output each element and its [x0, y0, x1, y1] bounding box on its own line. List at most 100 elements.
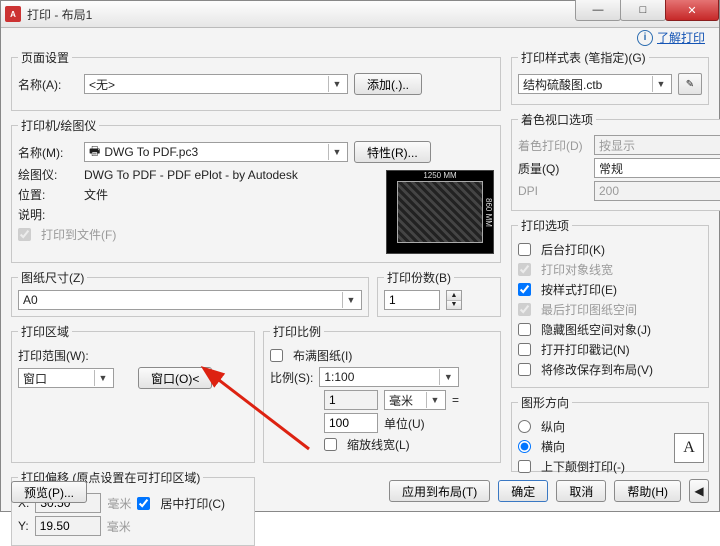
window-pick-button[interactable]: 窗口(O)< [138, 367, 212, 389]
close-button[interactable]: ✕ [665, 0, 719, 21]
collapse-button[interactable]: ◀ [689, 479, 709, 503]
scale-unit-combo[interactable]: 毫米▼ [384, 390, 446, 410]
chevron-down-icon: ▼ [94, 370, 111, 386]
quality-label: 质量(Q) [518, 160, 588, 177]
window-title: 打印 - 布局1 [27, 6, 92, 23]
scale-label: 比例(S): [270, 369, 313, 386]
orientation-group: 图形方向 纵向 横向 上下颠倒打印(-) A [511, 394, 709, 472]
app-icon: A [5, 6, 21, 22]
orientation-preview: A [674, 433, 704, 463]
printer-legend: 打印机/绘图仪 [18, 117, 99, 134]
scale-combo[interactable]: 1:100▼ [319, 367, 459, 387]
paper-size-group: 图纸尺寸(Z) A0▼ [11, 269, 369, 317]
offset-y-unit: 毫米 [107, 518, 131, 535]
cancel-button[interactable]: 取消 [556, 480, 606, 502]
help-button[interactable]: 帮助(H) [614, 480, 681, 502]
printer-icon: 🖶 [89, 142, 100, 163]
add-page-button[interactable]: 添加(.).. [354, 73, 422, 95]
where-label: 位置: [18, 186, 78, 203]
plot-options-group: 打印选项 后台打印(K)打印对象线宽按样式打印(E)最后打印图纸空间隐藏图纸空间… [511, 217, 709, 388]
plot-option-check-0[interactable] [518, 243, 531, 256]
printer-name-combo[interactable]: 🖶DWG To PDF.pc3 ▼ [84, 142, 348, 162]
plot-option-label-3: 最后打印图纸空间 [541, 301, 637, 318]
plot-option-check-4[interactable] [518, 323, 531, 336]
portrait-radio[interactable] [518, 420, 531, 433]
scale-lineweight-label: 缩放线宽(L) [347, 436, 410, 453]
scale-unit-top-input [324, 390, 378, 410]
equals-icon: = [452, 393, 459, 407]
chevron-down-icon: ▼ [328, 144, 345, 160]
learn-link[interactable]: 了解打印 [657, 29, 705, 46]
plot-scale-group: 打印比例 布满图纸(I) 比例(S): 1:100▼ 毫米▼ = [263, 323, 501, 463]
chevron-down-icon: ▼ [439, 369, 456, 385]
plotter-label: 绘图仪: [18, 166, 78, 183]
chevron-down-icon: ▼ [328, 76, 345, 92]
landscape-label: 横向 [541, 438, 565, 455]
print-to-file-check [18, 228, 31, 241]
plot-option-check-6[interactable] [518, 363, 531, 376]
desc-label: 说明: [18, 206, 78, 223]
printer-props-button[interactable]: 特性(R)... [354, 141, 431, 163]
plot-option-label-0: 后台打印(K) [541, 241, 605, 258]
center-plot-label: 居中打印(C) [160, 495, 225, 512]
plotter-value: DWG To PDF - PDF ePlot - by Autodesk [84, 168, 298, 182]
apply-to-layout-button[interactable]: 应用到布局(T) [389, 480, 490, 502]
plot-area-group: 打印区域 打印范围(W): 窗口▼ 窗口(O)< [11, 323, 255, 463]
shade-plot-label: 着色打印(D) [518, 137, 588, 154]
shade-plot-combo: 按显示▼ [594, 135, 720, 155]
page-name-label: 名称(A): [18, 76, 78, 93]
plot-option-check-5[interactable] [518, 343, 531, 356]
scale-lineweight-check[interactable] [324, 438, 337, 451]
landscape-radio[interactable] [518, 440, 531, 453]
page-setup-group: 页面设置 名称(A): <无>▼ 添加(.).. [11, 49, 501, 111]
plot-range-combo[interactable]: 窗口▼ [18, 368, 114, 388]
plot-style-combo[interactable]: 结构硫酸图.ctb▼ [518, 74, 672, 94]
chevron-down-icon: ▼ [426, 392, 443, 408]
copies-legend: 打印份数(B) [384, 269, 454, 286]
minimize-button[interactable]: — [575, 0, 621, 21]
paper-size-combo[interactable]: A0▼ [18, 290, 362, 310]
copies-stepper[interactable]: ▲▼ [446, 290, 462, 310]
copies-input[interactable] [384, 290, 440, 310]
plot-options-legend: 打印选项 [518, 217, 572, 234]
portrait-label: 纵向 [541, 418, 565, 435]
upside-down-label: 上下颠倒打印(-) [541, 458, 625, 475]
chevron-down-icon: ▼ [342, 292, 359, 308]
quality-combo[interactable]: 常规▼ [594, 158, 720, 178]
plot-style-edit-button[interactable]: ✎ [678, 73, 702, 95]
plot-option-label-5: 打开打印戳记(N) [541, 341, 630, 358]
preview-dim-right: 860 MM [484, 171, 493, 253]
pencil-icon: ✎ [686, 79, 694, 90]
orientation-legend: 图形方向 [518, 394, 572, 411]
fit-to-paper-check[interactable] [270, 349, 283, 362]
plot-option-label-6: 将修改保存到布局(V) [541, 361, 653, 378]
plot-option-label-1: 打印对象线宽 [541, 261, 613, 278]
titlebar: A 打印 - 布局1 — □ ✕ [1, 1, 719, 28]
scale-unit-bottom-label: 单位(U) [384, 415, 425, 432]
upside-down-check[interactable] [518, 460, 531, 473]
preview-dim-top: 1250 MM [387, 171, 493, 180]
dpi-input [594, 181, 720, 201]
ok-button[interactable]: 确定 [498, 480, 548, 502]
plot-option-check-1 [518, 263, 531, 276]
info-icon: i [637, 30, 653, 46]
plot-style-legend: 打印样式表 (笔指定)(G) [518, 49, 649, 66]
plot-style-group: 打印样式表 (笔指定)(G) 结构硫酸图.ctb▼ ✎ [511, 49, 709, 105]
paper-preview: 1250 MM 860 MM [386, 170, 494, 254]
plot-option-check-2[interactable] [518, 283, 531, 296]
plot-range-label: 打印范围(W): [18, 347, 89, 364]
center-plot-check[interactable] [137, 497, 150, 510]
maximize-button[interactable]: □ [620, 0, 666, 21]
offset-y-input [35, 516, 101, 536]
print-to-file-label: 打印到文件(F) [41, 226, 116, 243]
fit-to-paper-label: 布满图纸(I) [293, 347, 352, 364]
scale-unit-bottom-input[interactable] [324, 413, 378, 433]
page-name-combo[interactable]: <无>▼ [84, 74, 348, 94]
offset-x-unit: 毫米 [107, 495, 131, 512]
dpi-label: DPI [518, 184, 588, 198]
plot-option-label-2: 按样式打印(E) [541, 281, 617, 298]
chevron-left-icon: ◀ [694, 484, 703, 498]
copies-group: 打印份数(B) ▲▼ [377, 269, 501, 317]
preview-button[interactable]: 预览(P)... [11, 481, 87, 503]
paper-size-legend: 图纸尺寸(Z) [18, 269, 87, 286]
